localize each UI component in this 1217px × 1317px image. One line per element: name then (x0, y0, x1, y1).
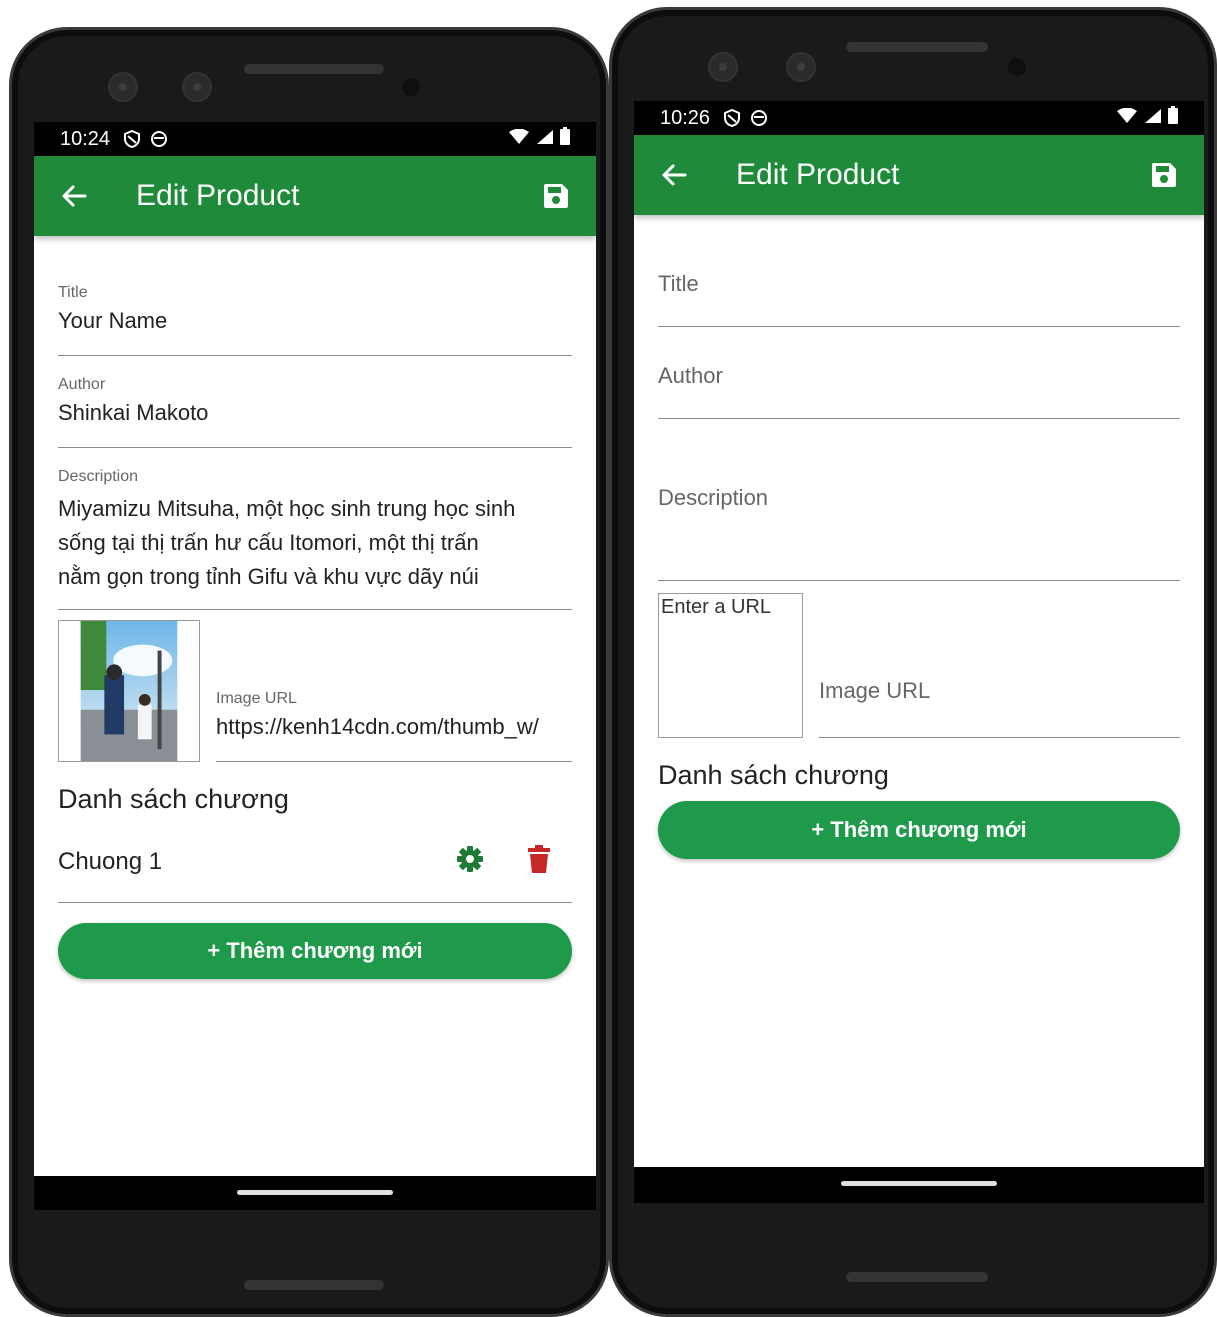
add-chapter-button[interactable]: + Thêm chương mới (658, 801, 1180, 859)
author-label: Author (658, 363, 723, 388)
delete-chapter-button[interactable] (528, 845, 550, 878)
back-arrow-icon (662, 164, 687, 186)
page-title: Edit Product (136, 179, 300, 212)
sync-icon (150, 130, 168, 148)
page-title: Edit Product (736, 158, 900, 191)
front-sensor (182, 72, 212, 102)
front-camera (708, 52, 738, 82)
image-url-field[interactable]: Image URL (819, 678, 1180, 738)
status-time: 10:26 (660, 106, 711, 129)
app-bar: Edit Product (34, 156, 596, 236)
signal-icon (1144, 107, 1162, 130)
title-value: Your Name (58, 308, 168, 333)
title-label: Title (58, 284, 88, 301)
author-field[interactable]: Author Shinkai Makoto (58, 376, 572, 448)
title-label: Title (658, 271, 699, 296)
earpiece-speaker (244, 64, 384, 74)
description-value: Miyamizu Mitsuha, một học sinh trung học… (58, 492, 572, 594)
shield-icon (124, 130, 141, 148)
image-preview: Enter a URL (658, 593, 803, 738)
wifi-icon (508, 128, 530, 151)
image-url-field[interactable]: Image URL https://kenh14cdn.com/thumb_w/ (216, 662, 572, 762)
image-url-label: Image URL (216, 690, 297, 707)
chapter-row[interactable]: Chuong 1 (58, 821, 572, 903)
save-button[interactable] (1144, 155, 1184, 195)
status-time: 10:24 (60, 127, 111, 150)
image-row: Image URL https://kenh14cdn.com/thumb_w/ (58, 620, 572, 762)
description-line: nằm gọn trong tỉnh Gifu và khu vực dãy n… (58, 564, 479, 589)
phone-frame-right: 10:26 Edit Product Title Author Descript… (609, 7, 1217, 1317)
back-button[interactable] (54, 176, 94, 216)
cover-image (80, 621, 178, 761)
save-icon (544, 184, 568, 208)
image-row: Enter a URL Image URL (658, 593, 1180, 738)
shield-icon (724, 109, 741, 127)
description-label: Description (658, 485, 769, 510)
title-field[interactable]: Title (658, 271, 1180, 327)
home-indicator[interactable] (841, 1181, 997, 1186)
nav-bar (634, 1167, 1204, 1203)
image-url-value: https://kenh14cdn.com/thumb_w/ (216, 714, 539, 739)
sync-icon (750, 109, 768, 127)
chapter-name: Chuong 1 (58, 847, 163, 875)
app-bar: Edit Product (634, 135, 1204, 215)
description-label: Description (58, 468, 139, 485)
image-url-label: Image URL (819, 678, 931, 703)
chapters-heading: Danh sách chương (58, 784, 289, 814)
edit-form: Title Your Name Author Shinkai Makoto De… (58, 236, 572, 979)
image-placeholder: Enter a URL (661, 596, 772, 618)
proximity-sensor (402, 78, 420, 96)
phone-frame-left: 10:24 Edit Product Title Your Name Autho… (9, 27, 609, 1317)
app-screen: 10:26 Edit Product Title Author Descript… (634, 101, 1204, 1203)
description-line: Miyamizu Mitsuha, một học sinh trung học… (58, 496, 516, 521)
earpiece-speaker (846, 42, 988, 52)
nav-bar (34, 1176, 596, 1210)
battery-icon (1168, 106, 1178, 130)
front-sensor (786, 52, 816, 82)
author-value: Shinkai Makoto (58, 400, 209, 425)
front-camera (108, 72, 138, 102)
signal-icon (536, 128, 554, 151)
save-button[interactable] (536, 176, 576, 216)
add-chapter-button[interactable]: + Thêm chương mới (58, 923, 572, 979)
battery-icon (560, 127, 570, 151)
status-bar: 10:24 (34, 122, 596, 156)
title-field[interactable]: Title Your Name (58, 284, 572, 356)
edit-chapter-button[interactable] (456, 845, 484, 878)
app-screen: 10:24 Edit Product Title Your Name Autho… (34, 122, 596, 1210)
gear-icon (457, 846, 483, 872)
back-button[interactable] (654, 155, 694, 195)
author-field[interactable]: Author (658, 363, 1180, 419)
wifi-icon (1116, 107, 1138, 130)
save-icon (1152, 163, 1176, 187)
trash-icon (528, 845, 550, 873)
description-line: sống tại thị trấn hư cấu Itomori, một th… (58, 530, 479, 555)
description-field[interactable]: Description (658, 485, 1180, 581)
image-preview (58, 620, 200, 762)
bottom-speaker (244, 1280, 384, 1290)
bottom-speaker (846, 1272, 988, 1282)
home-indicator[interactable] (237, 1190, 393, 1195)
chapters-heading: Danh sách chương (658, 760, 889, 790)
author-label: Author (58, 376, 106, 393)
status-bar: 10:26 (634, 101, 1204, 135)
description-field[interactable]: Description Miyamizu Mitsuha, một học si… (58, 468, 572, 610)
edit-form: Title Author Description Enter a URL Ima… (658, 215, 1180, 859)
proximity-sensor (1008, 58, 1026, 76)
back-arrow-icon (62, 185, 87, 207)
